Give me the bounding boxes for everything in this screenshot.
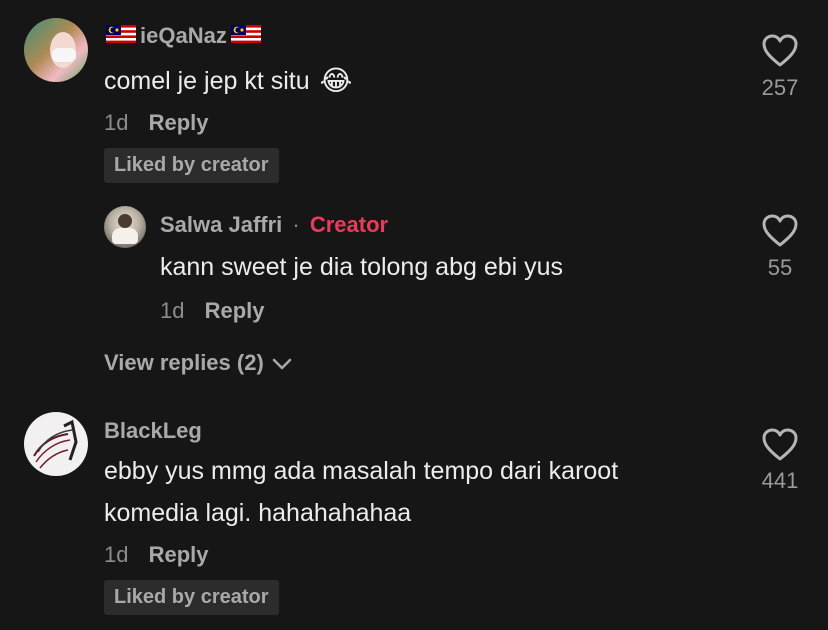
view-replies-button[interactable]: View replies (2)	[104, 350, 292, 376]
reply-button[interactable]: Reply	[149, 110, 209, 135]
timestamp: 1d	[160, 298, 185, 323]
username[interactable]: BlackLeg	[104, 418, 202, 444]
avatar[interactable]	[104, 206, 146, 248]
username-row[interactable]: Salwa Jaffri · Creator	[160, 212, 388, 238]
liked-by-creator-badge: Liked by creator	[104, 148, 279, 183]
comment-text: kann sweet je dia tolong abg ebi yus	[160, 253, 564, 281]
like-count: 441	[761, 468, 799, 493]
like-count: 55	[767, 255, 793, 280]
avatar[interactable]	[24, 18, 88, 82]
heart-icon[interactable]	[762, 428, 798, 462]
comment-meta: 1d Reply	[104, 110, 209, 136]
comment-text: comel je jep kt situ 😂	[104, 60, 352, 102]
malaysia-flag-icon	[230, 24, 261, 48]
like-button[interactable]	[762, 34, 798, 68]
username: ieQaNaz	[140, 23, 227, 48]
comment-text-line: komedia lagi. hahahahahaa	[104, 499, 412, 527]
liked-by-creator-badge: Liked by creator	[104, 580, 279, 615]
malaysia-flag-icon	[106, 24, 136, 48]
reply-button[interactable]: Reply	[205, 298, 265, 323]
comment-meta: 1d Reply	[104, 542, 209, 568]
chevron-down-icon	[272, 350, 292, 376]
view-replies-label: View replies (2)	[104, 350, 264, 375]
separator-dot: ·	[292, 212, 300, 237]
comment-text: ebby yus mmg ada masalah tempo dari karo…	[104, 450, 618, 534]
creator-label: Creator	[309, 212, 389, 237]
timestamp: 1d	[104, 542, 129, 567]
laughing-emoji: 😂	[319, 65, 353, 96]
comment-text-line: ebby yus mmg ada masalah tempo dari karo…	[104, 457, 619, 485]
like-button[interactable]	[762, 214, 798, 248]
comment-meta: 1d Reply	[160, 298, 265, 324]
like-count: 257	[761, 75, 799, 100]
heart-icon[interactable]	[762, 34, 798, 68]
username: Salwa Jaffri	[160, 212, 283, 237]
timestamp: 1d	[104, 110, 129, 135]
like-button[interactable]	[762, 428, 798, 462]
reply-button[interactable]: Reply	[149, 542, 209, 567]
heart-icon[interactable]	[762, 214, 798, 248]
username-row[interactable]: ieQaNaz	[106, 22, 261, 50]
avatar[interactable]	[24, 412, 88, 476]
comment-text-body: comel je jep kt situ	[104, 67, 310, 95]
